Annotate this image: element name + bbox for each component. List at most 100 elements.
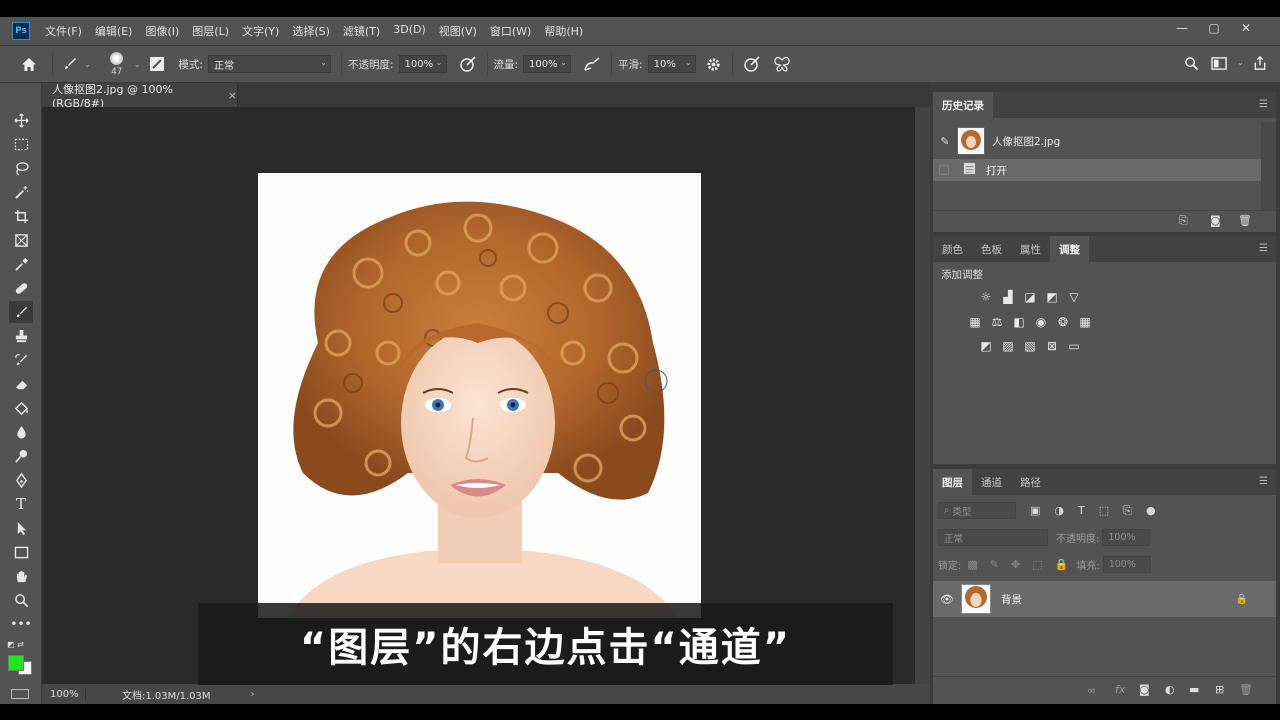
default-colors-icon[interactable]: ◩ ⇄	[7, 640, 24, 649]
channel-mixer-icon[interactable]: ❂	[1052, 313, 1074, 331]
airbrush-icon[interactable]	[579, 56, 605, 72]
pressure-size-icon[interactable]	[739, 56, 765, 72]
menu-help[interactable]: 帮助(H)	[544, 23, 583, 39]
menu-edit[interactable]: 编辑(E)	[95, 23, 133, 39]
panel-menu-icon[interactable]: ☰	[1259, 243, 1268, 254]
document-image[interactable]	[258, 173, 701, 618]
exposure-icon[interactable]: ◩	[1041, 288, 1063, 306]
brush-settings-panel-icon[interactable]	[146, 56, 168, 72]
lock-position-icon[interactable]: ✥	[1011, 558, 1020, 571]
brush-preset-picker[interactable]: 47	[103, 49, 131, 79]
rectangle-tool-icon[interactable]	[9, 541, 33, 563]
invert-icon[interactable]: ◩	[975, 337, 997, 355]
layer-opacity-field[interactable]: 100%	[1102, 529, 1151, 546]
link-layers-icon[interactable]: ∞	[1087, 684, 1096, 697]
filter-pixel-icon[interactable]: ▣	[1030, 504, 1040, 517]
minimize-button[interactable]: —	[1166, 21, 1198, 35]
lock-icon[interactable]: 🔒	[1236, 594, 1248, 605]
tab-history[interactable]: 历史记录	[933, 92, 993, 118]
tab-swatches[interactable]: 色板	[972, 236, 1011, 262]
eraser-tool-icon[interactable]	[9, 373, 33, 395]
smoothing-field[interactable]: 10% ⌄	[647, 55, 696, 73]
menu-view[interactable]: 视图(V)	[439, 23, 477, 39]
history-snapshot-row[interactable]: ✎ 人像抠图2.jpg	[933, 124, 1261, 158]
add-mask-icon[interactable]: ◙	[1139, 683, 1150, 696]
frame-tool-icon[interactable]	[9, 229, 33, 251]
filter-toggle-icon[interactable]: ●	[1146, 504, 1156, 517]
lock-all-icon[interactable]: 🔒	[1055, 558, 1069, 571]
path-selection-tool-icon[interactable]	[9, 517, 33, 539]
color-balance-icon[interactable]: ⚖	[986, 313, 1008, 331]
history-brush-tool-icon[interactable]	[9, 349, 33, 371]
trash-icon[interactable]: 🗑	[1239, 683, 1253, 696]
menu-window[interactable]: 窗口(W)	[490, 23, 531, 39]
menu-image[interactable]: 图像(I)	[145, 23, 179, 39]
gear-icon[interactable]	[702, 57, 726, 72]
foreground-color-swatch[interactable]	[8, 655, 24, 671]
filter-adjustment-icon[interactable]: ◑	[1054, 504, 1064, 517]
clone-stamp-tool-icon[interactable]	[9, 325, 33, 347]
close-button[interactable]: ✕	[1230, 21, 1262, 35]
brush-tool-icon[interactable]	[59, 56, 81, 72]
close-icon[interactable]: ×	[228, 89, 237, 102]
tab-properties[interactable]: 属性	[1011, 236, 1050, 262]
quick-mask-icon[interactable]	[11, 689, 29, 699]
more-tools-icon[interactable]: •••	[9, 613, 33, 635]
chevron-right-icon[interactable]: ›	[251, 689, 255, 700]
tab-layers[interactable]: 图层	[933, 469, 972, 495]
tab-channels[interactable]: 通道	[972, 469, 1011, 495]
crop-tool-icon[interactable]	[9, 205, 33, 227]
flow-field[interactable]: 100% ⌄	[523, 55, 572, 73]
threshold-icon[interactable]: ▧	[1019, 337, 1041, 355]
move-tool-icon[interactable]	[9, 109, 33, 131]
history-state-row[interactable]: 打开	[933, 159, 1261, 181]
chevron-down-icon[interactable]: ⌄	[84, 60, 91, 69]
new-layer-icon[interactable]: ⊞	[1215, 683, 1224, 696]
fill-field[interactable]: 100%	[1102, 556, 1151, 573]
brightness-contrast-icon[interactable]: ☼	[975, 288, 997, 306]
type-tool-icon[interactable]: T	[9, 493, 33, 515]
levels-icon[interactable]: ▟	[997, 288, 1019, 306]
photo-filter-icon[interactable]: ◉	[1030, 313, 1052, 331]
tab-paths[interactable]: 路径	[1011, 469, 1050, 495]
restore-button[interactable]: ▢	[1198, 21, 1230, 35]
symmetry-butterfly-icon[interactable]	[769, 56, 795, 72]
chevron-down-icon[interactable]: ⌄	[134, 60, 141, 69]
home-icon[interactable]	[12, 57, 46, 72]
selective-color-icon[interactable]: ⊠	[1041, 337, 1063, 355]
new-group-icon[interactable]: ▬	[1189, 683, 1199, 696]
menu-3d[interactable]: 3D(D)	[393, 23, 426, 39]
tab-color[interactable]: 颜色	[933, 236, 972, 262]
share-icon[interactable]	[1251, 56, 1269, 71]
pen-tool-icon[interactable]	[9, 469, 33, 491]
chevron-down-icon[interactable]: ⌄	[1237, 58, 1244, 67]
eye-icon[interactable]: 👁	[933, 593, 961, 606]
zoom-tool-icon[interactable]	[9, 589, 33, 611]
pressure-opacity-icon[interactable]	[455, 56, 481, 72]
lock-transparent-icon[interactable]: ▩	[967, 558, 977, 571]
healing-brush-tool-icon[interactable]	[9, 277, 33, 299]
layer-style-icon[interactable]: fx	[1115, 683, 1125, 696]
hue-saturation-icon[interactable]: ▦	[964, 313, 986, 331]
black-white-icon[interactable]: ◧	[1008, 313, 1030, 331]
zoom-level[interactable]: 100%	[42, 688, 86, 700]
tab-adjustments[interactable]: 调整	[1050, 236, 1089, 262]
blend-mode-select[interactable]: 正常	[938, 529, 1048, 546]
paint-bucket-tool-icon[interactable]	[9, 397, 33, 419]
panel-menu-icon[interactable]: ☰	[1259, 476, 1268, 487]
filter-type-icon[interactable]: T	[1078, 504, 1085, 517]
posterize-icon[interactable]: ▨	[997, 337, 1019, 355]
gradient-map-icon[interactable]: ▭	[1063, 337, 1085, 355]
camera-icon[interactable]: ◙	[1210, 214, 1221, 227]
filter-smart-object-icon[interactable]: ⎘	[1123, 504, 1132, 518]
dodge-tool-icon[interactable]	[9, 445, 33, 467]
trash-icon[interactable]: 🗑	[1238, 214, 1252, 227]
new-fill-adjustment-icon[interactable]: ◐	[1165, 683, 1175, 696]
menu-select[interactable]: 选择(S)	[292, 23, 330, 39]
panel-menu-icon[interactable]: ☰	[1259, 99, 1268, 110]
eyedropper-tool-icon[interactable]	[9, 253, 33, 275]
filter-shape-icon[interactable]: ⬚	[1099, 504, 1109, 517]
search-icon[interactable]	[1181, 56, 1201, 71]
vibrance-icon[interactable]: ▽	[1063, 288, 1085, 306]
mode-select[interactable]: 正常 ⌄	[207, 55, 331, 73]
